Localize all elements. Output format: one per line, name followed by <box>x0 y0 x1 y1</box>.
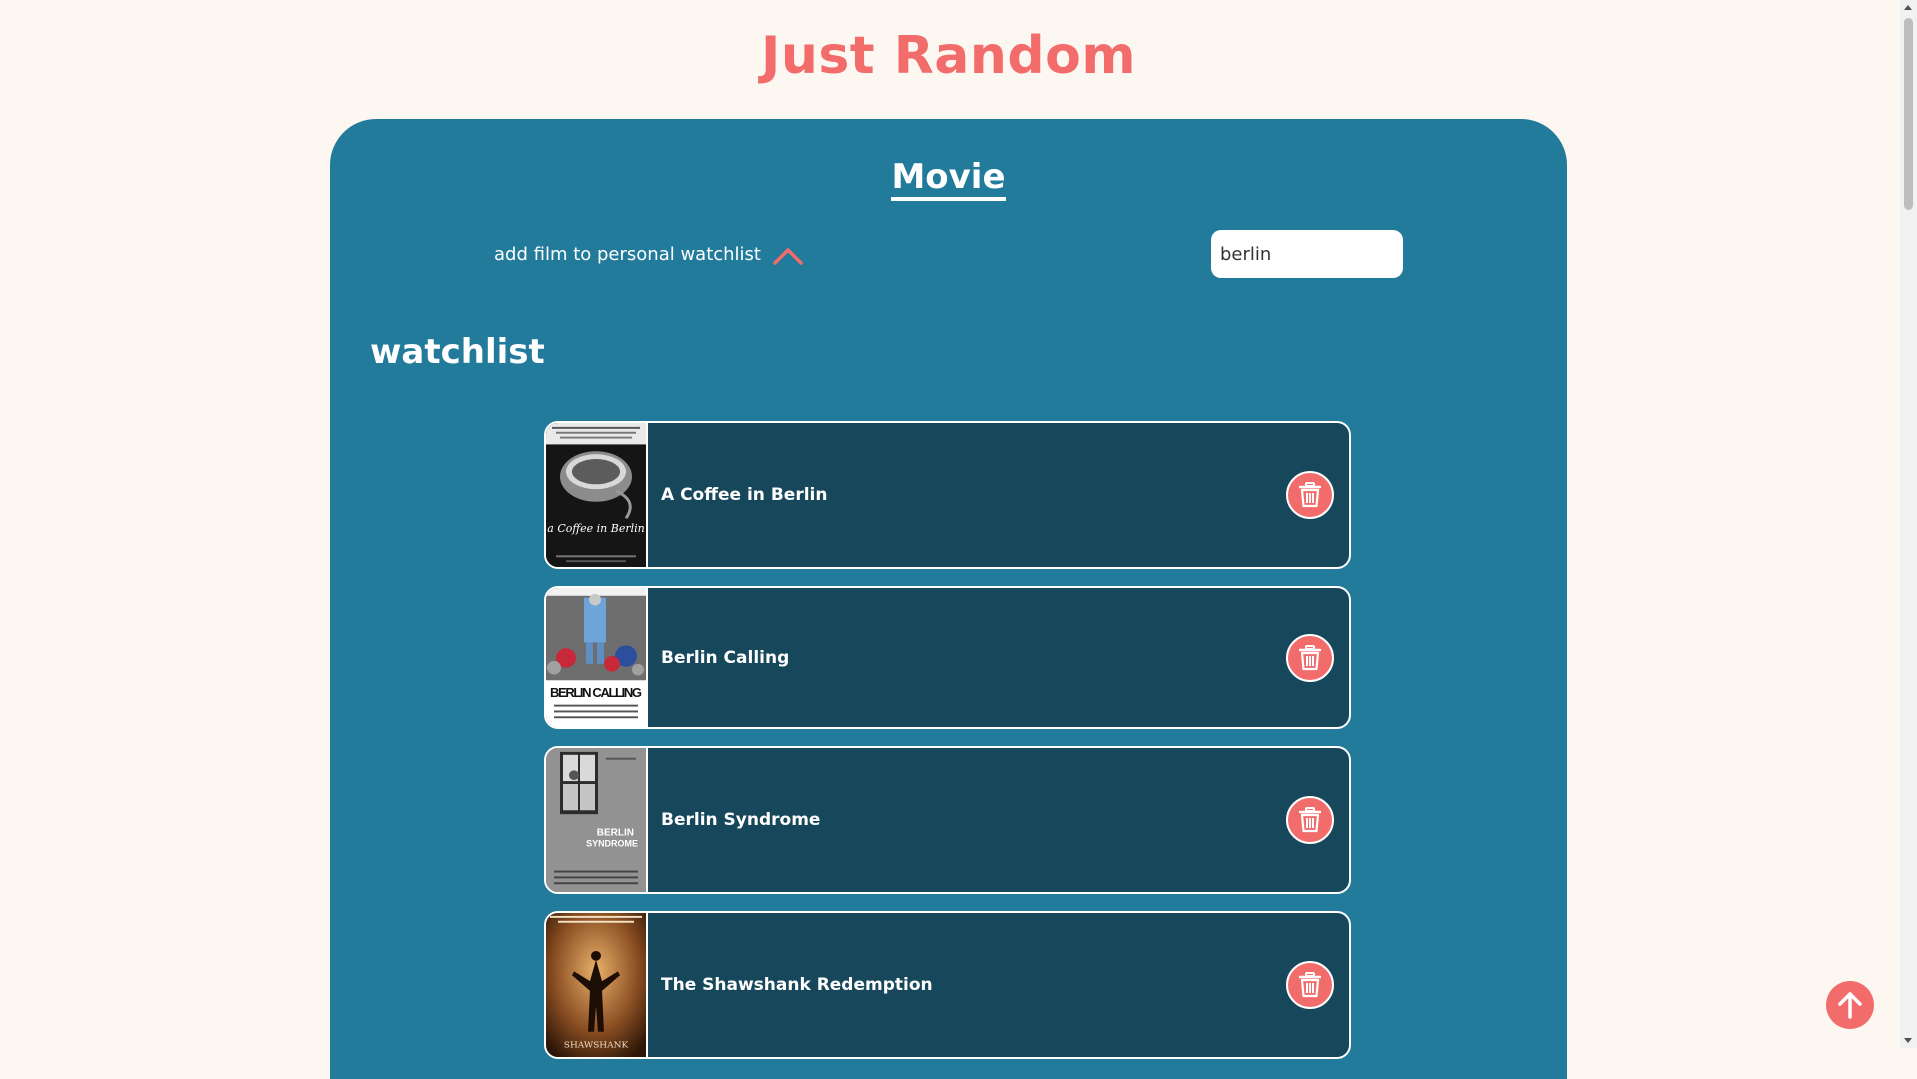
trash-icon <box>1299 482 1321 508</box>
arrow-up-icon <box>1838 992 1862 1019</box>
movie-poster: BERLIN SYNDROME <box>546 748 648 892</box>
site-title: Just Random <box>760 26 1137 86</box>
delete-button[interactable] <box>1286 471 1334 519</box>
watchlist-item: a Coffee in Berlin A Coffee in Berlin <box>544 421 1351 569</box>
section-title-text: Movie <box>891 157 1006 201</box>
watchlist-item: BERLIN SYNDROME Berlin Syndrome <box>544 746 1351 894</box>
poster-title-text-2: SYNDROME <box>586 838 638 848</box>
watchlist-item: BERLIN CALLING Berlin Calling <box>544 586 1351 729</box>
section-title: Movie <box>330 157 1567 201</box>
movie-title: The Shawshank Redemption <box>661 975 933 995</box>
scroll-up-arrow[interactable] <box>1904 5 1912 10</box>
poster-title-text: SHAWSHANK <box>564 1040 629 1050</box>
movie-poster: SHAWSHANK <box>546 913 648 1057</box>
movie-poster: a Coffee in Berlin <box>546 423 648 567</box>
watchlist-title: watchlist <box>370 332 545 372</box>
trash-icon <box>1299 972 1321 998</box>
trash-icon <box>1299 807 1321 833</box>
movie-title: Berlin Calling <box>661 647 790 668</box>
add-film-toggle-label: add film to personal watchlist <box>494 243 761 265</box>
poster-title-text: a Coffee in Berlin <box>547 522 644 535</box>
delete-button[interactable] <box>1286 633 1334 682</box>
poster-title-text: BERLIN CALLING <box>550 685 642 700</box>
chevron-up-icon <box>773 248 803 265</box>
delete-button[interactable] <box>1286 961 1334 1009</box>
delete-button[interactable] <box>1286 796 1334 844</box>
watchlist-item: SHAWSHANK The Shawshank Redemption <box>544 911 1351 1059</box>
scrollbar-thumb[interactable] <box>1904 18 1913 210</box>
search-input[interactable] <box>1211 230 1403 278</box>
add-film-toggle[interactable]: add film to personal watchlist <box>494 243 803 265</box>
poster-title-text-1: BERLIN <box>597 828 634 839</box>
vertical-scrollbar[interactable] <box>1900 0 1917 1048</box>
scroll-down-arrow[interactable] <box>1904 1038 1912 1043</box>
scroll-to-top-button[interactable] <box>1826 981 1874 1029</box>
movie-title: Berlin Syndrome <box>661 810 821 830</box>
movie-title: A Coffee in Berlin <box>661 485 828 505</box>
movie-poster: BERLIN CALLING <box>546 588 648 727</box>
movie-panel: Movie add film to personal watchlist wat… <box>330 119 1567 1079</box>
trash-icon <box>1299 644 1321 670</box>
